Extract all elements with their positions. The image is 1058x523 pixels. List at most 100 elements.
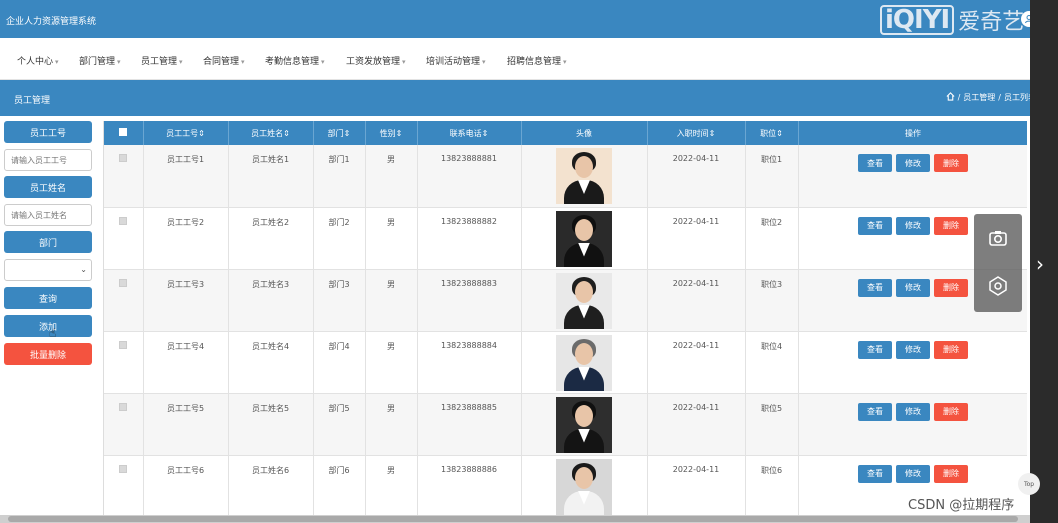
menu-item-recruit[interactable]: 招聘信息管理 ▾ xyxy=(507,54,567,67)
row-checkbox[interactable] xyxy=(104,145,144,208)
back-to-top-button[interactable]: Top xyxy=(1018,473,1040,495)
cell-emp-no: 员工工号3 xyxy=(143,269,229,332)
view-button[interactable]: 查看 xyxy=(858,340,892,359)
horizontal-scrollbar[interactable] xyxy=(0,515,1030,523)
delete-button[interactable]: 删除 xyxy=(934,154,968,172)
cell-hire-date: 2022-04-11 xyxy=(647,455,746,515)
edit-button[interactable]: 修改 xyxy=(896,216,930,235)
cell-dept: 部门5 xyxy=(313,393,366,456)
page-title: 员工管理 xyxy=(14,96,51,106)
column-header[interactable]: 联系电话⇕ xyxy=(417,121,522,145)
scrollbar-thumb[interactable] xyxy=(8,516,1018,522)
cell-avatar xyxy=(521,393,648,456)
menu-item-employee[interactable]: 员工管理 ▾ xyxy=(141,54,183,67)
emp-name-input[interactable] xyxy=(4,204,92,226)
cell-position: 职位1 xyxy=(745,145,799,208)
add-button[interactable]: 添加 xyxy=(4,315,92,337)
edit-button[interactable]: 修改 xyxy=(896,464,930,483)
column-header[interactable]: 部门⇕ xyxy=(313,121,366,145)
edit-button[interactable]: 修改 xyxy=(896,154,930,172)
column-header[interactable]: 职位⇕ xyxy=(745,121,799,145)
avatar xyxy=(556,396,612,453)
column-header[interactable]: 员工姓名⇕ xyxy=(228,121,314,145)
dept-label: 部门 xyxy=(4,231,92,253)
cell-emp-no: 员工工号5 xyxy=(143,393,229,456)
avatar xyxy=(556,210,612,267)
cell-hire-date: 2022-04-11 xyxy=(647,331,746,394)
edit-button[interactable]: 修改 xyxy=(896,402,930,421)
row-checkbox[interactable] xyxy=(104,269,144,332)
cell-gender: 男 xyxy=(365,393,418,456)
select-all-checkbox[interactable] xyxy=(104,121,144,145)
cell-position: 职位5 xyxy=(745,393,799,456)
delete-button[interactable]: 删除 xyxy=(934,402,968,421)
cell-dept: 部门4 xyxy=(313,331,366,394)
edit-button[interactable]: 修改 xyxy=(896,340,930,359)
column-header[interactable]: 性别⇕ xyxy=(365,121,418,145)
view-button[interactable]: 查看 xyxy=(858,216,892,235)
cell-emp-name: 员工姓名3 xyxy=(228,269,314,332)
cell-gender: 男 xyxy=(365,331,418,394)
target-icon[interactable] xyxy=(988,276,1008,296)
delete-button[interactable]: 删除 xyxy=(934,216,968,235)
cell-avatar xyxy=(521,455,648,515)
chevron-right-icon[interactable]: › xyxy=(1036,252,1044,276)
caret-down-icon: ▾ xyxy=(563,58,567,66)
batch-delete-button[interactable]: 批量删除 xyxy=(4,343,92,365)
cell-phone: 13823888885 xyxy=(417,393,522,456)
row-checkbox[interactable] xyxy=(104,207,144,270)
cell-position: 职位4 xyxy=(745,331,799,394)
menu-item-training[interactable]: 培训活动管理 ▾ xyxy=(426,54,486,67)
table-row: 员工工号1 员工姓名1 部门1 男 13823888881 2022-04-11 职位1 查看… xyxy=(104,145,1027,208)
delete-button[interactable]: 删除 xyxy=(934,278,968,297)
emp-no-input[interactable] xyxy=(4,149,92,171)
menu-item-salary[interactable]: 工资发放管理 ▾ xyxy=(346,54,406,67)
search-button[interactable]: 查询 xyxy=(4,287,92,309)
cell-emp-no: 员工工号1 xyxy=(143,145,229,208)
avatar xyxy=(556,272,612,329)
menu-item-attendance[interactable]: 考勤信息管理 ▾ xyxy=(265,54,325,67)
table-row: 员工工号2 员工姓名2 部门2 男 13823888882 2022-04-11 职位2 查看… xyxy=(104,207,1027,270)
column-header: 操作 xyxy=(798,121,1027,145)
cell-hire-date: 2022-04-11 xyxy=(647,145,746,208)
page: 企业人力资源管理系统 iQIYI 爱奇艺 个人中心 ▾ 部门管理 ▾ 员工管理 ▾ 合… xyxy=(0,0,1058,523)
avatar xyxy=(556,148,612,204)
cell-hire-date: 2022-04-11 xyxy=(647,269,746,332)
row-checkbox[interactable] xyxy=(104,455,144,515)
floating-toolbar xyxy=(974,214,1022,312)
cell-avatar xyxy=(521,207,648,270)
cell-gender: 男 xyxy=(365,269,418,332)
breadcrumb-item[interactable]: 员工管理 xyxy=(963,92,995,103)
menu-item-personal[interactable]: 个人中心 ▾ xyxy=(17,54,59,67)
cell-emp-no: 员工工号4 xyxy=(143,331,229,394)
cell-phone: 13823888884 xyxy=(417,331,522,394)
menu-item-contract[interactable]: 合同管理 ▾ xyxy=(203,54,245,67)
edit-button[interactable]: 修改 xyxy=(896,278,930,297)
menu-item-dept[interactable]: 部门管理 ▾ xyxy=(79,54,121,67)
cell-gender: 男 xyxy=(365,455,418,515)
cell-emp-name: 员工姓名5 xyxy=(228,393,314,456)
cell-position: 职位6 xyxy=(745,455,799,515)
caret-down-icon: ▾ xyxy=(179,58,183,66)
view-button[interactable]: 查看 xyxy=(858,464,892,483)
column-header[interactable]: 入职时间⇕ xyxy=(647,121,746,145)
dept-select[interactable]: ⌄ xyxy=(4,259,92,281)
table-row: 员工工号5 员工姓名5 部门5 男 13823888885 2022-04-11 职位5 查看… xyxy=(104,393,1027,456)
cell-emp-name: 员工姓名6 xyxy=(228,455,314,515)
cell-phone: 13823888882 xyxy=(417,207,522,270)
camera-icon[interactable] xyxy=(988,228,1008,248)
delete-button[interactable]: 删除 xyxy=(934,464,968,483)
table-row: 员工工号3 员工姓名3 部门3 男 13823888883 2022-04-11 职位3 查看… xyxy=(104,269,1027,332)
employee-table: 员工工号⇕ 员工姓名⇕ 部门⇕ 性别⇕ 联系电话⇕ 头像 入职时间⇕ 职位⇕ 操… xyxy=(103,121,1027,515)
cell-hire-date: 2022-04-11 xyxy=(647,393,746,456)
home-icon[interactable] xyxy=(946,92,955,103)
view-button[interactable]: 查看 xyxy=(858,154,892,172)
view-button[interactable]: 查看 xyxy=(858,402,892,421)
column-header[interactable]: 员工工号⇕ xyxy=(143,121,229,145)
row-checkbox[interactable] xyxy=(104,393,144,456)
cell-emp-name: 员工姓名4 xyxy=(228,331,314,394)
delete-button[interactable]: 删除 xyxy=(934,340,968,359)
caret-down-icon: ▾ xyxy=(55,58,59,66)
row-checkbox[interactable] xyxy=(104,331,144,394)
view-button[interactable]: 查看 xyxy=(858,278,892,297)
